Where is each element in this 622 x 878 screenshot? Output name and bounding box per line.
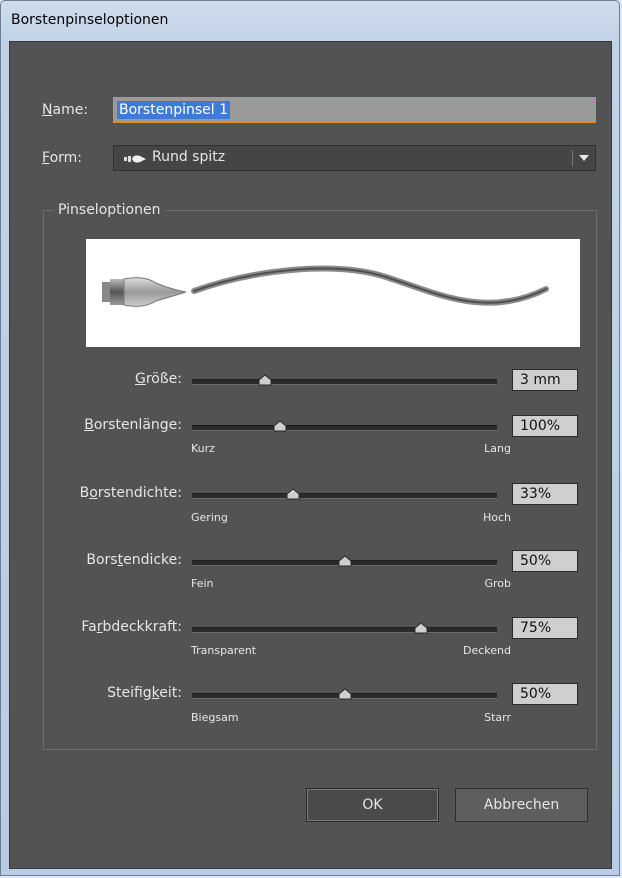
slider-bristle-thickness-max: Grob (484, 577, 511, 590)
slider-paint-opacity-track[interactable] (192, 627, 497, 633)
title-bar[interactable]: Borstenpinseloptionen (1, 1, 619, 41)
slider-bristle-density-value[interactable]: 33% (512, 483, 578, 505)
slider-stiffness-value[interactable]: 50% (512, 683, 578, 705)
name-input-value[interactable]: Borstenpinsel 1 (117, 101, 230, 119)
slider-size-value[interactable]: 3 mm (512, 369, 578, 391)
slider-stiffness-max: Starr (484, 711, 511, 724)
slider-bristle-length-label: Borstenlänge: (84, 417, 182, 433)
dialog-window: Borstenpinseloptionen Name: Borstenpinse… (0, 0, 620, 876)
slider-stiffness-label: Steifigkeit: (107, 685, 182, 701)
slider-paint-opacity-label: Farbdeckkraft: (81, 619, 182, 635)
cancel-button[interactable]: Abbrechen (455, 788, 588, 822)
form-dropdown[interactable]: Rund spitz (113, 145, 596, 171)
brush-stroke-preview-icon (102, 265, 549, 307)
slider-bristle-length-max: Lang (484, 442, 511, 455)
slider-thumb[interactable] (338, 555, 352, 567)
brush-options-legend: Pinseloptionen (53, 202, 166, 218)
round-point-brush-icon (124, 155, 146, 163)
brush-preview (86, 239, 580, 347)
slider-bristle-density-max: Hoch (482, 511, 511, 524)
slider-bristle-density-label: Borstendichte: (79, 485, 182, 501)
slider-bristle-thickness-value[interactable]: 50% (512, 550, 578, 572)
dialog-body: Name: Borstenpinsel 1 Form: Rund spitz P… (9, 41, 612, 869)
slider-bristle-length-track[interactable] (192, 425, 497, 431)
form-dropdown-value: Rund spitz (152, 149, 226, 165)
slider-thumb[interactable] (414, 622, 428, 634)
slider-paint-opacity-min: Transparent (191, 644, 257, 657)
slider-paint-opacity-max: Deckend (463, 644, 511, 657)
slider-thumb[interactable] (273, 420, 287, 432)
name-input[interactable]: Borstenpinsel 1 (113, 97, 596, 123)
slider-bristle-thickness-label: Borstendicke: (86, 552, 182, 568)
window-title: Borstenpinseloptionen (11, 12, 169, 28)
dropdown-separator (572, 150, 573, 166)
slider-bristle-thickness-min: Fein (191, 577, 214, 590)
slider-size-track[interactable] (192, 379, 497, 385)
slider-size-label: Größe: (134, 371, 182, 387)
slider-thumb[interactable] (286, 488, 300, 500)
slider-thumb[interactable] (338, 688, 352, 700)
slider-thumb[interactable] (258, 374, 272, 386)
form-label: Form: (42, 150, 82, 166)
slider-paint-opacity-value[interactable]: 75% (512, 617, 578, 639)
name-label: Name: (42, 102, 89, 118)
slider-bristle-length-value[interactable]: 100% (512, 415, 578, 437)
ok-button[interactable]: OK (306, 788, 439, 822)
slider-bristle-density-min: Gering (191, 511, 228, 524)
slider-stiffness-min: Biegsam (191, 711, 239, 724)
slider-bristle-density-track[interactable] (192, 493, 497, 499)
slider-bristle-length-min: Kurz (191, 442, 215, 455)
chevron-down-icon[interactable] (579, 155, 589, 161)
